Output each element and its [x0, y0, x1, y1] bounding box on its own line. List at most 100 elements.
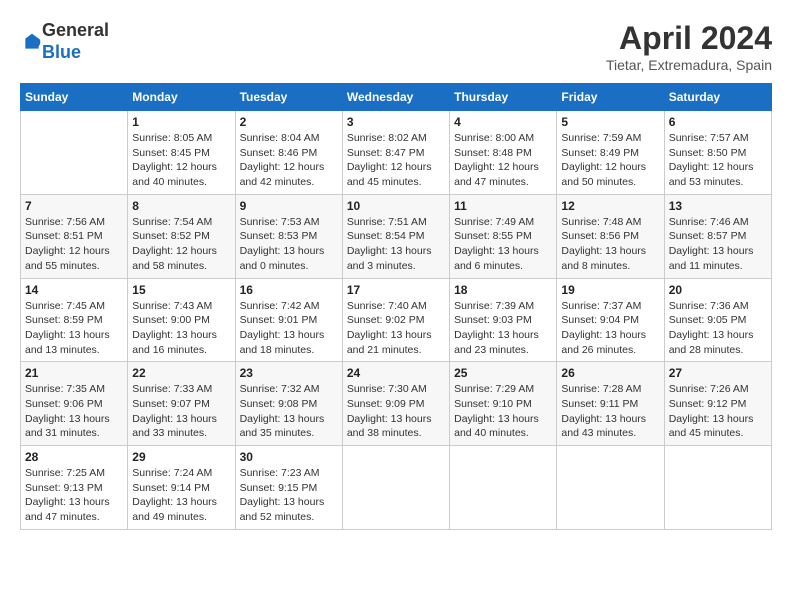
day-cell: 27Sunrise: 7:26 AMSunset: 9:12 PMDayligh…	[664, 362, 771, 446]
day-number: 30	[240, 450, 338, 464]
day-cell: 1 Sunrise: 8:05 AMSunset: 8:45 PMDaylight…	[128, 111, 235, 195]
day-cell	[21, 111, 128, 195]
day-info: Sunrise: 7:46 AMSunset: 8:57 PMDaylight:…	[669, 215, 767, 274]
day-number: 15	[132, 283, 230, 297]
day-cell: 19 Sunrise: 7:37 AMSunset: 9:04 PMDayligh…	[557, 278, 664, 362]
day-cell: 6Sunrise: 7:57 AMSunset: 8:50 PMDaylight…	[664, 111, 771, 195]
day-info: Sunrise: 7:24 AMSunset: 9:14 PMDaylight:…	[132, 466, 230, 525]
day-cell: 18 Sunrise: 7:39 AMSunset: 9:03 PMDayligh…	[450, 278, 557, 362]
day-number: 13	[669, 199, 767, 213]
logo-blue: Blue	[42, 42, 81, 62]
day-info: Sunrise: 7:56 AMSunset: 8:51 PMDaylight:…	[25, 215, 123, 274]
day-info: Sunrise: 7:32 AMSunset: 9:08 PMDaylight:…	[240, 382, 338, 441]
day-number: 24	[347, 366, 445, 380]
day-number: 6	[669, 115, 767, 129]
day-number: 21	[25, 366, 123, 380]
day-info: Sunrise: 7:25 AMSunset: 9:13 PMDaylight:…	[25, 466, 123, 525]
day-number: 25	[454, 366, 552, 380]
day-cell: 28 Sunrise: 7:25 AMSunset: 9:13 PMDayligh…	[21, 446, 128, 530]
day-info: Sunrise: 7:40 AMSunset: 9:02 PMDaylight:…	[347, 299, 445, 358]
day-cell: 11 Sunrise: 7:49 AMSunset: 8:55 PMDayligh…	[450, 194, 557, 278]
day-cell: 17 Sunrise: 7:40 AMSunset: 9:02 PMDayligh…	[342, 278, 449, 362]
day-cell: 9 Sunrise: 7:53 AMSunset: 8:53 PMDaylight…	[235, 194, 342, 278]
week-row: 28 Sunrise: 7:25 AMSunset: 9:13 PMDayligh…	[21, 446, 772, 530]
day-cell: 26 Sunrise: 7:28 AMSunset: 9:11 PMDayligh…	[557, 362, 664, 446]
header-day: Monday	[128, 84, 235, 111]
day-cell: 30Sunrise: 7:23 AMSunset: 9:15 PMDayligh…	[235, 446, 342, 530]
header-row: SundayMondayTuesdayWednesdayThursdayFrid…	[21, 84, 772, 111]
day-number: 2	[240, 115, 338, 129]
day-cell: 24 Sunrise: 7:30 AMSunset: 9:09 PMDayligh…	[342, 362, 449, 446]
day-cell: 5 Sunrise: 7:59 AMSunset: 8:49 PMDaylight…	[557, 111, 664, 195]
day-info: Sunrise: 7:59 AMSunset: 8:49 PMDaylight:…	[561, 131, 659, 190]
day-info: Sunrise: 7:26 AMSunset: 9:12 PMDaylight:…	[669, 382, 767, 441]
day-number: 28	[25, 450, 123, 464]
day-info: Sunrise: 7:37 AMSunset: 9:04 PMDaylight:…	[561, 299, 659, 358]
day-info: Sunrise: 8:04 AMSunset: 8:46 PMDaylight:…	[240, 131, 338, 190]
header-day: Wednesday	[342, 84, 449, 111]
day-info: Sunrise: 7:48 AMSunset: 8:56 PMDaylight:…	[561, 215, 659, 274]
day-info: Sunrise: 8:00 AMSunset: 8:48 PMDaylight:…	[454, 131, 552, 190]
day-number: 7	[25, 199, 123, 213]
week-row: 1 Sunrise: 8:05 AMSunset: 8:45 PMDaylight…	[21, 111, 772, 195]
day-info: Sunrise: 7:45 AMSunset: 8:59 PMDaylight:…	[25, 299, 123, 358]
day-number: 19	[561, 283, 659, 297]
day-number: 1	[132, 115, 230, 129]
day-cell: 2 Sunrise: 8:04 AMSunset: 8:46 PMDaylight…	[235, 111, 342, 195]
day-number: 4	[454, 115, 552, 129]
day-number: 23	[240, 366, 338, 380]
logo-icon	[22, 32, 42, 52]
day-number: 11	[454, 199, 552, 213]
location: Tietar, Extremadura, Spain	[606, 57, 772, 73]
page-header: General Blue April 2024 Tietar, Extremad…	[20, 20, 772, 73]
day-cell: 8Sunrise: 7:54 AMSunset: 8:52 PMDaylight…	[128, 194, 235, 278]
day-cell: 22 Sunrise: 7:33 AMSunset: 9:07 PMDayligh…	[128, 362, 235, 446]
header-day: Sunday	[21, 84, 128, 111]
month-title: April 2024	[606, 20, 772, 57]
day-cell	[450, 446, 557, 530]
header-day: Friday	[557, 84, 664, 111]
logo-general: General	[42, 20, 109, 40]
day-number: 12	[561, 199, 659, 213]
day-cell: 10Sunrise: 7:51 AMSunset: 8:54 PMDayligh…	[342, 194, 449, 278]
logo: General Blue	[20, 20, 109, 63]
header-day: Thursday	[450, 84, 557, 111]
header-day: Saturday	[664, 84, 771, 111]
day-info: Sunrise: 7:49 AMSunset: 8:55 PMDaylight:…	[454, 215, 552, 274]
day-info: Sunrise: 7:36 AMSunset: 9:05 PMDaylight:…	[669, 299, 767, 358]
day-number: 20	[669, 283, 767, 297]
week-row: 7 Sunrise: 7:56 AMSunset: 8:51 PMDaylight…	[21, 194, 772, 278]
day-number: 18	[454, 283, 552, 297]
day-number: 22	[132, 366, 230, 380]
day-number: 8	[132, 199, 230, 213]
day-info: Sunrise: 8:05 AMSunset: 8:45 PMDaylight:…	[132, 131, 230, 190]
day-info: Sunrise: 7:53 AMSunset: 8:53 PMDaylight:…	[240, 215, 338, 274]
week-row: 14 Sunrise: 7:45 AMSunset: 8:59 PMDayligh…	[21, 278, 772, 362]
day-cell: 23 Sunrise: 7:32 AMSunset: 9:08 PMDayligh…	[235, 362, 342, 446]
day-cell: 13 Sunrise: 7:46 AMSunset: 8:57 PMDayligh…	[664, 194, 771, 278]
day-number: 26	[561, 366, 659, 380]
day-info: Sunrise: 7:35 AMSunset: 9:06 PMDaylight:…	[25, 382, 123, 441]
day-cell: 21 Sunrise: 7:35 AMSunset: 9:06 PMDayligh…	[21, 362, 128, 446]
day-cell	[342, 446, 449, 530]
day-info: Sunrise: 7:28 AMSunset: 9:11 PMDaylight:…	[561, 382, 659, 441]
day-info: Sunrise: 7:42 AMSunset: 9:01 PMDaylight:…	[240, 299, 338, 358]
day-info: Sunrise: 7:51 AMSunset: 8:54 PMDaylight:…	[347, 215, 445, 274]
day-cell: 20 Sunrise: 7:36 AMSunset: 9:05 PMDayligh…	[664, 278, 771, 362]
day-cell: 3Sunrise: 8:02 AMSunset: 8:47 PMDaylight…	[342, 111, 449, 195]
day-cell: 16Sunrise: 7:42 AMSunset: 9:01 PMDayligh…	[235, 278, 342, 362]
day-cell	[664, 446, 771, 530]
week-row: 21 Sunrise: 7:35 AMSunset: 9:06 PMDayligh…	[21, 362, 772, 446]
day-cell: 7 Sunrise: 7:56 AMSunset: 8:51 PMDaylight…	[21, 194, 128, 278]
day-number: 9	[240, 199, 338, 213]
logo-text: General Blue	[42, 20, 109, 63]
day-info: Sunrise: 7:43 AMSunset: 9:00 PMDaylight:…	[132, 299, 230, 358]
day-number: 5	[561, 115, 659, 129]
day-info: Sunrise: 7:33 AMSunset: 9:07 PMDaylight:…	[132, 382, 230, 441]
day-info: Sunrise: 7:30 AMSunset: 9:09 PMDaylight:…	[347, 382, 445, 441]
day-number: 14	[25, 283, 123, 297]
day-cell: 29Sunrise: 7:24 AMSunset: 9:14 PMDayligh…	[128, 446, 235, 530]
day-info: Sunrise: 8:02 AMSunset: 8:47 PMDaylight:…	[347, 131, 445, 190]
day-number: 17	[347, 283, 445, 297]
day-info: Sunrise: 7:39 AMSunset: 9:03 PMDaylight:…	[454, 299, 552, 358]
